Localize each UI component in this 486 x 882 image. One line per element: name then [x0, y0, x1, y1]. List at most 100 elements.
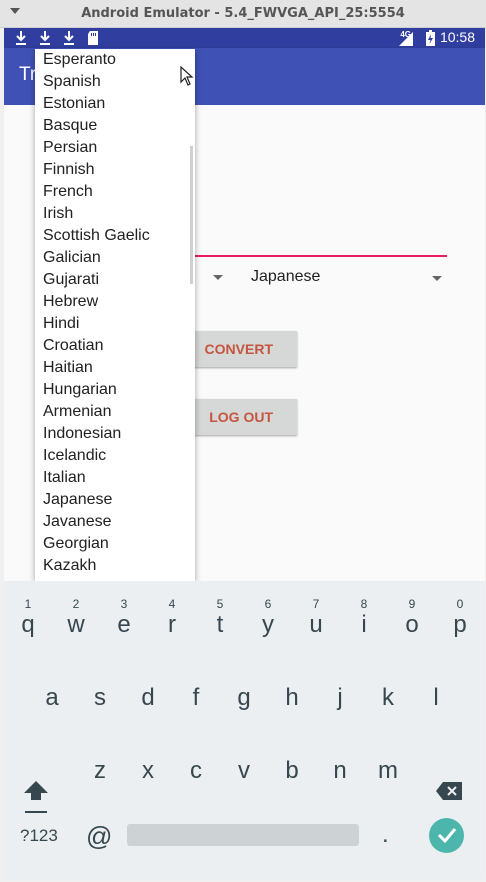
dropdown-item[interactable]: French	[35, 181, 195, 203]
sd-card-icon	[86, 30, 100, 46]
symbols-key[interactable]: ?123	[20, 826, 58, 846]
key-letter: u	[309, 611, 323, 638]
key[interactable]: a	[28, 664, 76, 724]
dropdown-item[interactable]: Irish	[35, 203, 195, 225]
key-letter: x	[142, 757, 154, 784]
key[interactable]: d	[124, 664, 172, 724]
key[interactable]: 9o	[388, 591, 436, 651]
key[interactable]: g	[220, 664, 268, 724]
space-key[interactable]	[127, 824, 359, 846]
dropdown-item[interactable]: Italian	[35, 467, 195, 489]
battery-charging-icon	[426, 30, 435, 46]
key-letter: j	[337, 684, 343, 711]
key-letter: a	[45, 684, 59, 711]
key-letter: p	[453, 611, 467, 638]
key[interactable]: 0p	[436, 591, 484, 651]
dropdown-item[interactable]: Indonesian	[35, 423, 195, 445]
signal-icon	[399, 31, 413, 46]
key-hint: 1	[24, 597, 32, 611]
dropdown-item[interactable]: Icelandic	[35, 445, 195, 467]
language-dropdown-list[interactable]: Esperanto Spanish Estonian Basque Persian Fin…	[35, 49, 195, 581]
dropdown-item[interactable]: Galician	[35, 247, 195, 269]
key[interactable]: v	[220, 737, 268, 797]
dropdown-item[interactable]: Hebrew	[35, 291, 195, 313]
key[interactable]: s	[76, 664, 124, 724]
key[interactable]: n	[316, 737, 364, 797]
window-titlebar[interactable]: Android Emulator - 5.4_FWVGA_API_25:5554	[0, 0, 486, 28]
key-letter: s	[94, 684, 106, 711]
key-letter: n	[333, 757, 347, 784]
dropdown-item[interactable]: Esperanto	[35, 49, 195, 71]
source-language-spinner-arrow-icon[interactable]	[213, 275, 223, 280]
key-letter: l	[433, 684, 439, 711]
key-hint: 5	[216, 597, 224, 611]
key[interactable]: k	[364, 664, 412, 724]
key-hint: 2	[72, 597, 80, 611]
key-hint: 6	[264, 597, 272, 611]
key-hint: 7	[312, 597, 320, 611]
key[interactable]: 2w	[52, 591, 100, 651]
key[interactable]: b	[268, 737, 316, 797]
dropdown-item[interactable]: Hindi	[35, 313, 195, 335]
dropdown-item[interactable]: Persian	[35, 137, 195, 159]
key[interactable]: 3e	[100, 591, 148, 651]
key-letter: d	[141, 684, 155, 711]
key[interactable]: 6y	[244, 591, 292, 651]
dropdown-arrow-icon	[432, 276, 442, 281]
dropdown-item[interactable]: Hungarian	[35, 379, 195, 401]
status-bar: 4G 10:58	[4, 28, 485, 48]
key[interactable]: 7u	[292, 591, 340, 651]
key-letter: f	[192, 684, 200, 711]
dropdown-item[interactable]: Armenian	[35, 401, 195, 423]
window-title: Android Emulator - 5.4_FWVGA_API_25:5554	[81, 6, 405, 21]
dropdown-item[interactable]: Georgian	[35, 533, 195, 555]
key-hint: 4	[168, 597, 176, 611]
dropdown-item[interactable]: Scottish Gaelic	[35, 225, 195, 247]
dropdown-item[interactable]: Estonian	[35, 93, 195, 115]
key[interactable]: f	[172, 664, 220, 724]
key[interactable]: j	[316, 664, 364, 724]
key[interactable]: 5t	[196, 591, 244, 651]
key-letter: k	[382, 684, 394, 711]
dropdown-item[interactable]: Javanese	[35, 511, 195, 533]
key-letter: w	[67, 611, 85, 638]
key[interactable]: 1q	[4, 591, 52, 651]
key-letter: r	[168, 611, 176, 638]
clock: 10:58	[439, 29, 475, 45]
key[interactable]: x	[124, 737, 172, 797]
key[interactable]: l	[412, 664, 460, 724]
soft-keyboard: 1 q 2 w 3 e 4 r 5 t 6 y 7 u 8 i 9 o 0 p a s d f g h j k l z x c v b n m ?123…	[4, 581, 485, 879]
key-letter: b	[285, 757, 299, 784]
key-letter: o	[405, 611, 419, 638]
dropdown-item[interactable]: Gujarati	[35, 269, 195, 291]
enter-key[interactable]	[429, 818, 464, 853]
dropdown-item[interactable]: Basque	[35, 115, 195, 137]
key[interactable]: h	[268, 664, 316, 724]
key-letter: c	[190, 757, 202, 784]
app-title: Tr	[19, 64, 37, 85]
period-key[interactable]: .	[382, 821, 389, 849]
key-letter: t	[216, 611, 224, 638]
key[interactable]: 8i	[340, 591, 388, 651]
dropdown-item[interactable]: Haitian	[35, 357, 195, 379]
key-letter: q	[21, 611, 35, 638]
dropdown-item[interactable]: Japanese	[35, 489, 195, 511]
dropdown-item[interactable]: Finnish	[35, 159, 195, 181]
key-letter: z	[94, 757, 106, 784]
key[interactable]: 4r	[148, 591, 196, 651]
target-language-spinner[interactable]: Japanese	[242, 265, 442, 291]
key[interactable]: z	[76, 737, 124, 797]
key-hint: 9	[408, 597, 416, 611]
text-input-underline[interactable]	[184, 255, 447, 257]
dropdown-item[interactable]: Croatian	[35, 335, 195, 357]
device-screen: 4G 10:58 Tr Japanese CONVERT LOG OUT Esp…	[4, 28, 485, 879]
key-hint: 8	[360, 597, 368, 611]
key[interactable]: m	[364, 737, 412, 797]
backspace-icon[interactable]	[436, 782, 462, 800]
dropdown-item[interactable]: Spanish	[35, 71, 195, 93]
shift-icon[interactable]	[22, 777, 50, 817]
at-key[interactable]: @	[86, 821, 112, 852]
key[interactable]: c	[172, 737, 220, 797]
key-letter: g	[237, 684, 251, 711]
dropdown-item[interactable]: Kazakh	[35, 555, 195, 577]
